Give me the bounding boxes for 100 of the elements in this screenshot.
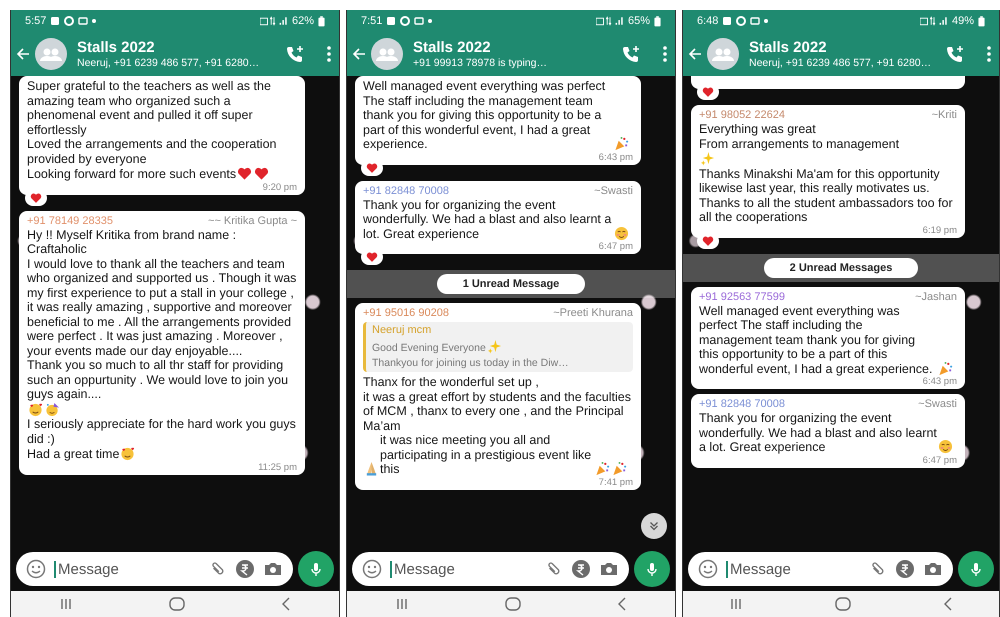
more-options-icon[interactable] [663,46,667,62]
message-text: Thank you so much to all thr staff for providing such an oppurtunity . We would love to join you guys again.... [27,358,288,401]
group-avatar-icon[interactable] [35,38,67,70]
rupee-icon[interactable] [235,559,255,579]
rupee-icon[interactable] [895,559,915,579]
smiling-face-with-hearts-icon [28,402,43,416]
message-input[interactable]: Message [390,560,537,578]
group-avatar-icon[interactable] [371,38,403,70]
rupee-icon[interactable] [571,559,591,579]
back-arrow-icon[interactable] [351,46,367,62]
heart-icon [254,166,270,181]
more-options-icon[interactable] [987,46,991,62]
add-call-icon[interactable] [945,44,965,64]
quote-author: Neeruj mcm [372,324,432,337]
recent-apps-icon[interactable] [395,598,409,610]
sender-name: ~Swasti [594,184,633,198]
heart-icon [702,234,714,246]
message-text: Well managed event everything was perfect The staff including the management team thank you for giving this opportunity to be a part of this wonderful event, I had a great experience. [699,304,934,376]
party-popper-icon [612,461,627,476]
message-text: Thank you for organizing the event wonderfully. We had a blast and also learnt a lot. Great experience [699,411,937,454]
quoted-message[interactable]: Neeruj mcm Good Evening Everyone Thankyou for joining us today in the Diw… [363,322,633,372]
notification-icon [750,16,760,26]
message-field[interactable]: Message [16,552,293,586]
message-text: Well managed event everything was perfect The staff including the management team thank you for giving this opportunity to be a part of this wonderful event, I had a great experience. [363,79,606,152]
sender-number: +91 78149 28335 [27,214,113,228]
battery-icon [654,16,661,26]
battery-percent: 62% [292,15,314,27]
status-time: 7:51 [361,15,382,27]
back-arrow-icon[interactable] [15,46,31,62]
battery-icon [318,16,325,26]
heart-icon [702,86,714,98]
message-time: 6:47 pm [922,454,957,466]
message-text: Super grateful to the teachers as well as the amazing team who organized such a phenomenal event and pulled it off super effortlessly [27,79,271,136]
heart-icon [30,192,42,204]
sender-name: ~~ Kritika Gupta ~ [208,214,297,228]
message-text: I seriously appreciate for the hard work you guys did :) [27,417,296,446]
sender-name: ~Jashan [915,290,957,304]
microphone-button[interactable] [634,551,670,587]
microphone-button[interactable] [958,551,994,587]
back-arrow-icon[interactable] [687,46,703,62]
message-text: Thanks to all the student ambassadors too for all the cooperations [699,196,953,224]
face-with-party-hat-icon [45,402,60,416]
notification-icon [722,16,732,26]
chat-title[interactable]: Stalls 2022 [749,38,941,56]
heart-icon [366,162,378,174]
message-text: Thanx for the wonderful set up , [363,375,539,389]
sender-name: ~Kriti [932,108,957,122]
sender-name: ~Preeti Khurana [553,306,633,320]
message-text: Thankyou for joining us today in the Diw… [372,357,569,369]
home-icon[interactable] [505,597,521,611]
notification-icon [78,16,88,26]
home-icon[interactable] [169,597,185,611]
message-time: 7:41 pm [598,476,633,488]
emoji-icon[interactable] [698,559,718,579]
message-input[interactable]: Message [54,560,201,578]
back-icon[interactable] [617,597,627,611]
recent-apps-icon[interactable] [729,598,743,610]
add-call-icon[interactable] [621,44,641,64]
back-icon[interactable] [281,597,291,611]
message-text: Hy !! Myself Kritika from brand name : Craftaholic [27,228,236,256]
status-time: 6:48 [697,15,718,27]
group-avatar-icon[interactable] [707,38,739,70]
message-input[interactable]: Message [726,560,861,578]
sender-number: +91 82848 70008 [699,397,785,411]
message-field[interactable]: Message [352,552,629,586]
network-icon [596,16,624,26]
message-text: Thank you for organizing the event wonderfully. We had a blast and also learnt a lot. Great experience [363,198,612,241]
chat-title[interactable]: Stalls 2022 [77,38,281,56]
message-text: it was nice meeting you all and participating in a prestigious event like this [380,433,592,476]
emoji-icon[interactable] [26,559,46,579]
message-time: 6:43 pm [598,152,633,162]
recent-apps-icon[interactable] [59,598,73,610]
unread-messages-label: 2 Unread Messages [764,258,918,278]
notification-icon [400,16,410,26]
add-call-icon[interactable] [285,44,305,64]
back-icon[interactable] [943,597,953,611]
message-text: From arrangements to management [699,136,900,150]
scroll-down-button[interactable] [641,513,667,539]
message-text: Looking forward for more such events [27,167,236,182]
smiling-face-icon [614,226,629,240]
smiling-face-icon [938,439,953,454]
message-text: Loved the arrangements and the cooperation provided by everyone [27,137,276,166]
chat-subtitle: +91 99913 78978 is typing… [413,56,548,70]
emoji-icon[interactable] [362,559,382,579]
message-text: Had a great time [27,447,120,462]
chat-title[interactable]: Stalls 2022 [413,38,617,56]
sender-number: +91 92563 77599 [699,290,785,304]
sparkles-icon [486,339,502,354]
microphone-button[interactable] [298,551,334,587]
message-field[interactable]: Message [688,552,953,586]
party-popper-icon [614,136,629,151]
message-time: 6:19 pm [922,224,957,236]
more-options-icon[interactable] [327,46,331,62]
home-icon[interactable] [835,597,851,611]
battery-percent: 65% [628,15,650,27]
message-text: Everything was great [699,122,816,136]
sender-number: +91 95016 90208 [363,306,449,320]
party-popper-icon [595,461,610,476]
sparkles-icon [700,151,715,166]
folded-hands-icon [364,461,379,476]
